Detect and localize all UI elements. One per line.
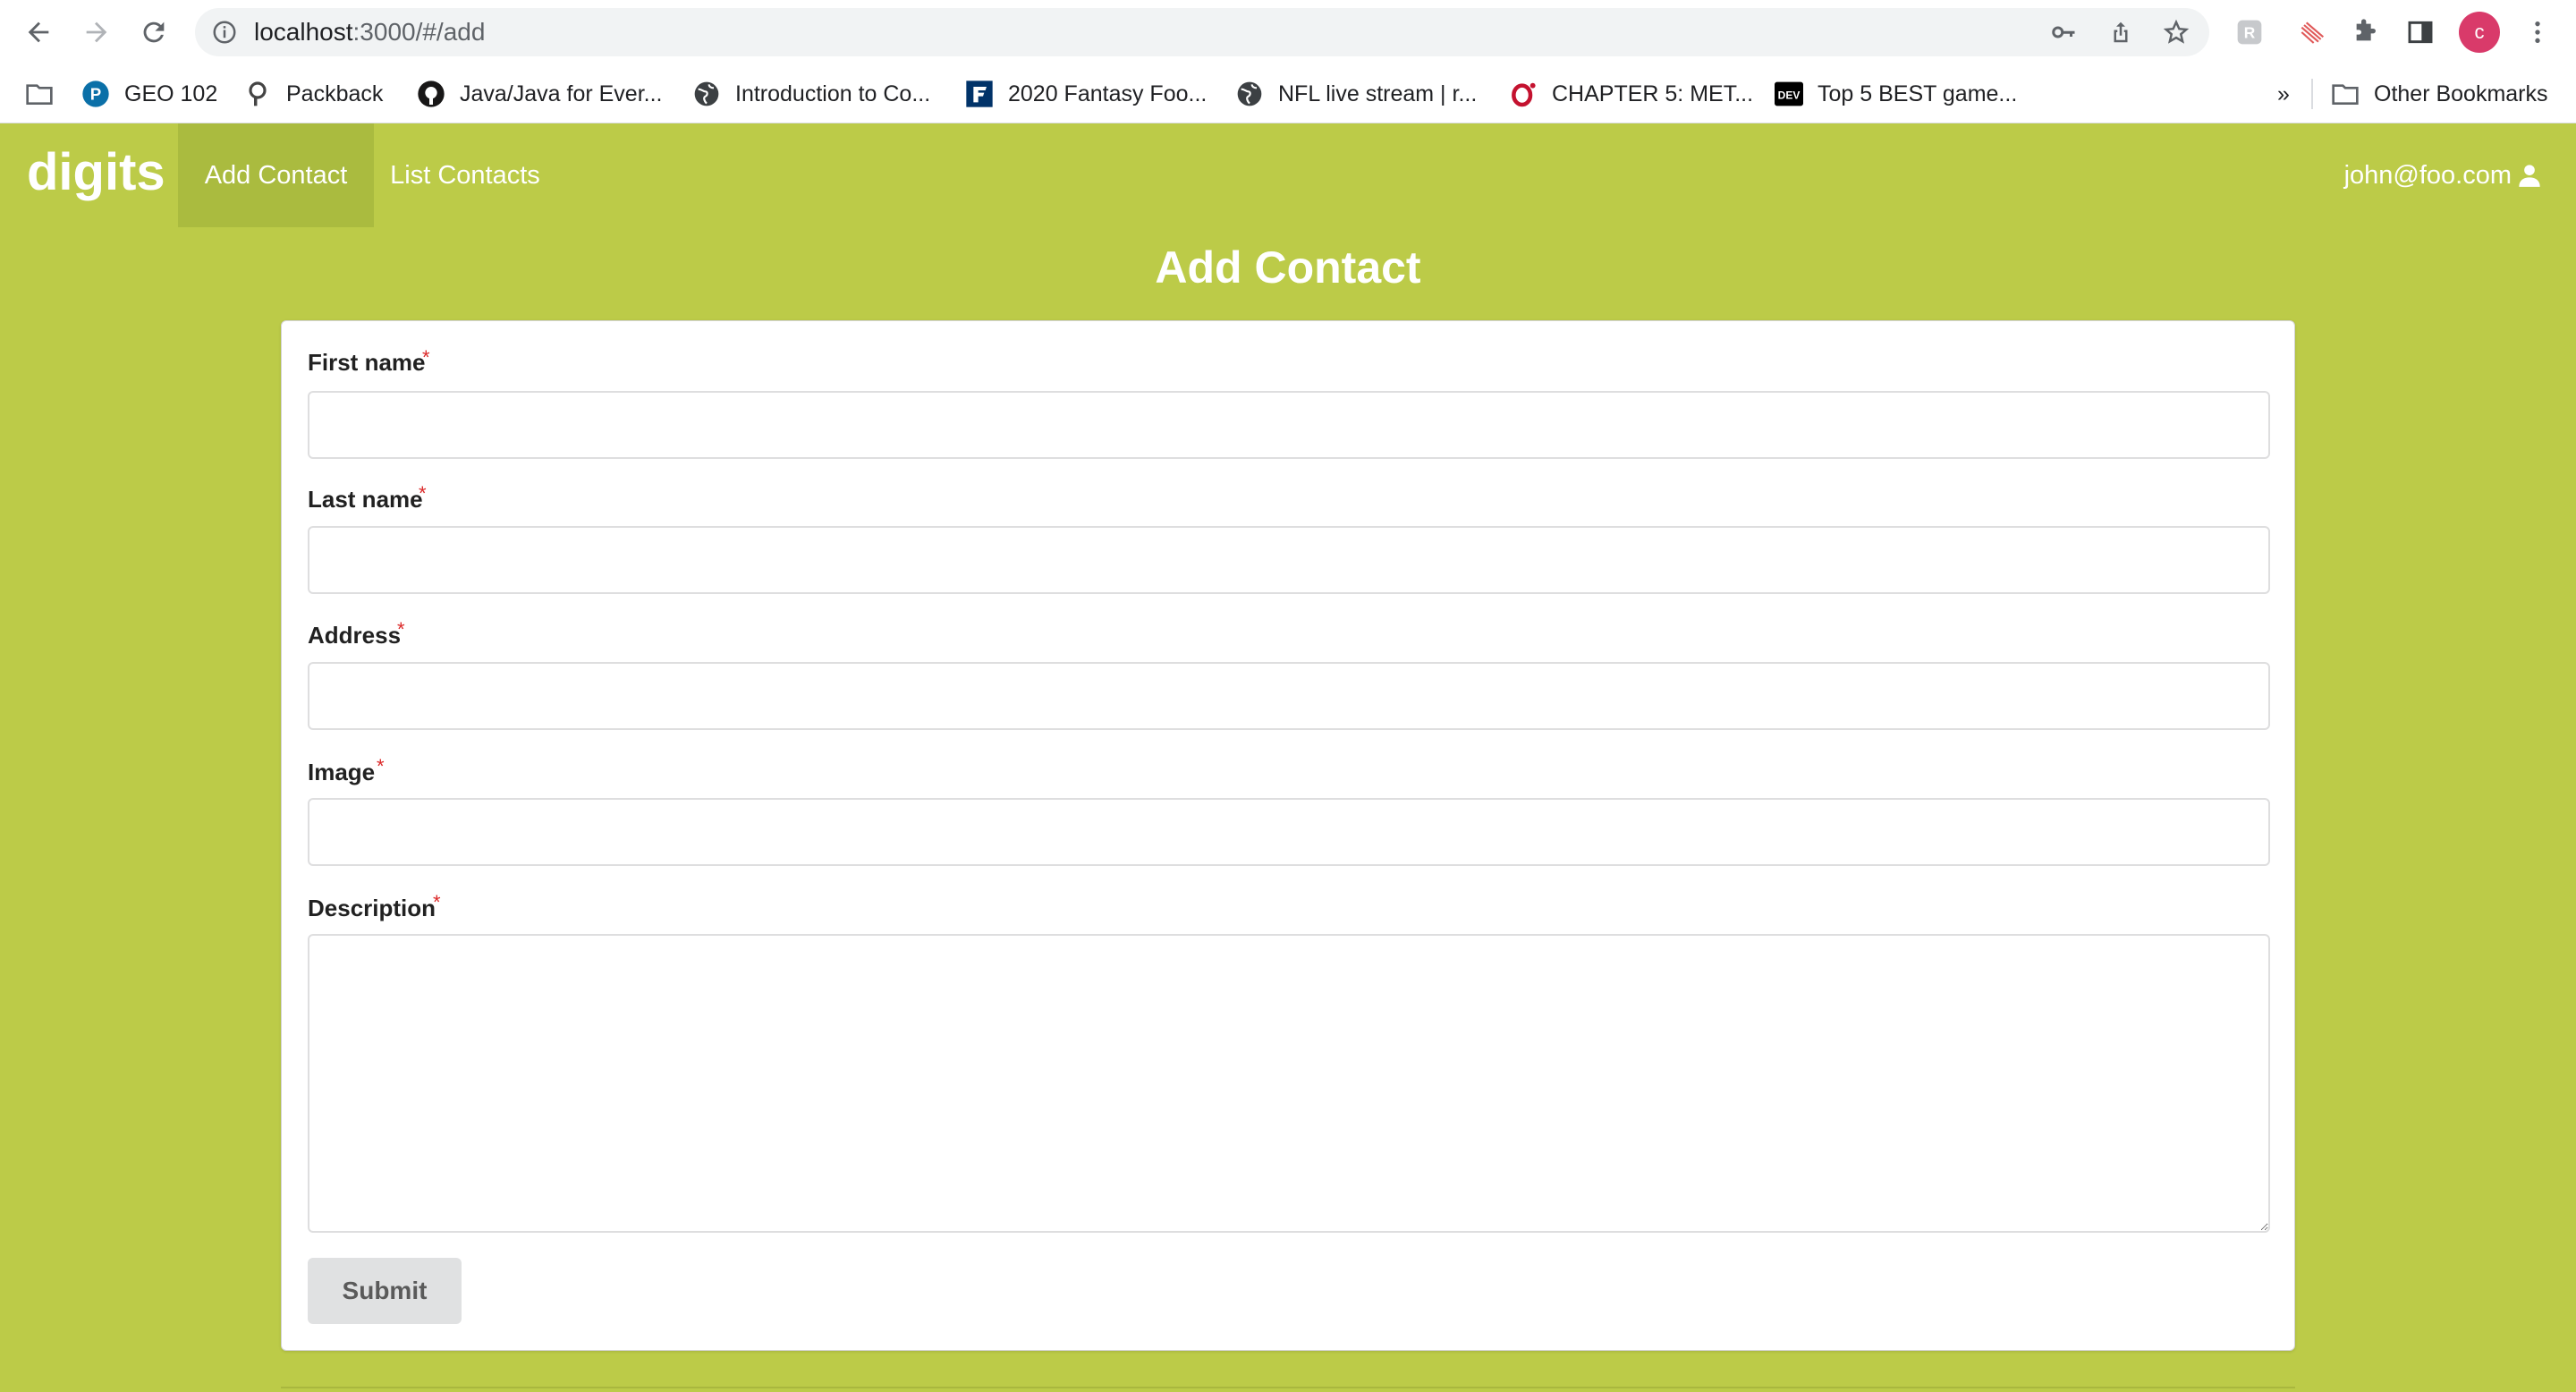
github-icon	[417, 80, 445, 108]
profile-avatar[interactable]: c	[2459, 12, 2500, 53]
bookmark-item[interactable]: Packback	[243, 64, 383, 123]
bookmark-item[interactable]: NFL live stream | r...	[1235, 64, 1477, 123]
apps-folder[interactable]	[25, 64, 68, 123]
last-name-label: Last name	[308, 486, 423, 513]
required-marker: *	[419, 482, 427, 505]
other-bookmarks-folder[interactable]: Other Bookmarks	[2331, 64, 2548, 123]
globe-icon	[1235, 80, 1264, 108]
url-host: localhost	[254, 18, 353, 46]
arrow-left-icon	[28, 21, 49, 43]
other-bookmarks-label: Other Bookmarks	[2374, 81, 2548, 106]
url-path: :3000/#/add	[352, 18, 486, 46]
bookmark-item[interactable]: DEV Top 5 BEST game...	[1775, 64, 2017, 123]
back-button[interactable]	[19, 13, 58, 52]
user-email: john@foo.com	[2343, 160, 2512, 190]
opera-icon	[1509, 80, 1538, 108]
extensions-puzzle-icon[interactable]	[2349, 16, 2381, 48]
browser-toolbar: localhost:3000/#/add R c	[0, 0, 2576, 64]
address-label: Address	[308, 622, 402, 649]
description-textarea[interactable]	[308, 934, 2270, 1233]
bookmarks-bar: P GEO 102 Packback Java/Java for Ever...…	[0, 64, 2576, 123]
dev-icon: DEV	[1775, 80, 1803, 108]
bookmark-label: 2020 Fantasy Foo...	[1008, 81, 1208, 106]
required-marker: *	[422, 346, 430, 369]
pearson-icon: P	[81, 80, 110, 108]
page-title: Add Contact	[1155, 242, 1421, 293]
reload-button[interactable]	[134, 13, 174, 52]
required-marker: *	[433, 891, 441, 913]
bookmark-item[interactable]: Java/Java for Ever...	[417, 64, 663, 123]
bookmark-label: Introduction to Co...	[735, 81, 931, 106]
bookmark-item[interactable]: Introduction to Co...	[692, 64, 930, 123]
globe-icon	[692, 80, 721, 108]
bookmark-label: Top 5 BEST game...	[1818, 81, 2018, 106]
bookmark-label: CHAPTER 5: MET...	[1552, 81, 1754, 106]
url-text[interactable]: localhost:3000/#/add	[254, 19, 485, 46]
fantasy-football-icon	[965, 80, 994, 108]
reload-icon	[143, 21, 165, 43]
app-navbar: digits Add Contact List Contacts john@fo…	[0, 123, 2576, 227]
menu-kebab-icon[interactable]	[2521, 16, 2554, 48]
bookmark-item[interactable]: 2020 Fantasy Foo...	[965, 64, 1207, 123]
forward-button[interactable]	[77, 13, 116, 52]
folder-icon	[25, 80, 54, 108]
nav-list-contacts[interactable]: List Contacts	[383, 123, 547, 227]
image-input[interactable]	[308, 798, 2270, 866]
folder-icon	[2331, 80, 2360, 108]
required-marker: *	[377, 755, 385, 777]
last-name-input[interactable]	[308, 526, 2270, 594]
bookmark-label: Java/Java for Ever...	[460, 81, 663, 106]
info-icon	[213, 21, 236, 44]
arrow-right-icon	[86, 21, 107, 43]
bookmark-item[interactable]: CHAPTER 5: MET...	[1509, 64, 1753, 123]
key-icon[interactable]	[2050, 19, 2077, 46]
bookmarks-divider	[2311, 79, 2313, 109]
first-name-input[interactable]	[308, 391, 2270, 459]
user-icon	[2519, 165, 2540, 187]
bookmark-label: Packback	[286, 81, 384, 106]
bottom-divider	[281, 1387, 2295, 1388]
star-icon[interactable]	[2163, 19, 2190, 46]
bookmark-item[interactable]: P GEO 102	[81, 64, 217, 123]
bookmark-label: GEO 102	[124, 81, 218, 106]
extension-r-icon[interactable]: R	[2233, 16, 2266, 48]
side-panel-icon[interactable]	[2404, 16, 2436, 48]
first-name-label: First name	[308, 349, 426, 376]
share-icon[interactable]	[2107, 19, 2134, 46]
user-menu[interactable]: john@foo.com	[2344, 123, 2542, 227]
packback-icon	[243, 80, 272, 108]
nav-add-contact[interactable]: Add Contact	[178, 123, 374, 227]
image-label: Image	[308, 759, 376, 785]
extension-stripes-icon[interactable]	[2295, 16, 2327, 48]
bookmarks-overflow-button[interactable]: »	[2277, 64, 2290, 123]
svg-text:P: P	[90, 85, 101, 104]
description-label: Description	[308, 895, 436, 921]
svg-text:DEV: DEV	[1778, 89, 1801, 101]
address-input[interactable]	[308, 662, 2270, 730]
required-marker: *	[397, 618, 405, 641]
add-contact-form: First name * Last name * Address * Image…	[281, 320, 2295, 1351]
brand-logo[interactable]: digits	[27, 141, 165, 204]
svg-text:R: R	[2244, 24, 2256, 42]
chevron-double-right-icon: »	[2277, 81, 2290, 106]
submit-button[interactable]: Submit	[308, 1258, 462, 1324]
address-bar[interactable]: localhost:3000/#/add	[195, 8, 2209, 56]
bookmark-label: NFL live stream | r...	[1278, 81, 1478, 106]
